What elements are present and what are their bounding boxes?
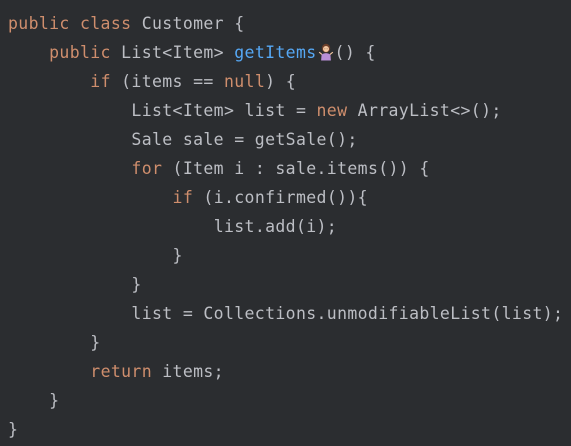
code-keyword: public class (8, 14, 132, 33)
code-token: } (90, 333, 101, 352)
code-line[interactable]: List<Item> list = new ArrayList<>(); (0, 96, 571, 125)
code-token: } (131, 275, 142, 294)
code-line[interactable]: public List<Item> getItems () { (0, 38, 571, 67)
code-line[interactable]: return items; (0, 357, 571, 386)
code-token: ) { (265, 72, 296, 91)
code-line[interactable]: } (0, 241, 571, 270)
code-keyword: return (90, 362, 152, 381)
code-token: List<Item> (110, 43, 235, 62)
code-keyword: public (49, 43, 111, 62)
code-token: Customer { (131, 14, 245, 33)
code-token: items; (151, 362, 224, 381)
code-line[interactable]: } (0, 415, 571, 444)
code-token: Sale sale = getSale(); (131, 130, 358, 149)
code-token: } (8, 420, 19, 439)
code-line[interactable]: Sale sale = getSale(); (0, 125, 571, 154)
code-token: List<Item> list = (131, 101, 317, 120)
code-keyword: for (131, 159, 163, 178)
code-line[interactable]: if (i.confirmed()){ (0, 183, 571, 212)
code-token: (items == (110, 72, 224, 91)
person-shrugging-emoji (318, 41, 334, 61)
code-keyword: null (223, 72, 266, 91)
code-editor[interactable]: public class Customer { public List<Item… (0, 0, 571, 446)
code-line[interactable]: } (0, 386, 571, 415)
code-token: ArrayList<>(); (347, 101, 502, 120)
code-token: (i.confirmed()){ (193, 188, 368, 207)
code-method-name: getItems (234, 43, 317, 62)
code-token: (Item i : sale.items()) { (162, 159, 430, 178)
code-token: } (172, 246, 183, 265)
code-line[interactable]: list = Collections.unmodifiableList(list… (0, 299, 571, 328)
code-line[interactable]: public class Customer { (0, 9, 571, 38)
code-line[interactable]: if (items == null) { (0, 67, 571, 96)
code-line[interactable]: } (0, 328, 571, 357)
code-token: list.add(i); (213, 217, 338, 236)
code-keyword: if (90, 72, 111, 91)
code-token: () { (334, 43, 376, 62)
code-token: } (49, 391, 60, 410)
code-line[interactable]: for (Item i : sale.items()) { (0, 154, 571, 183)
code-line[interactable]: } (0, 270, 571, 299)
code-keyword: if (172, 188, 194, 207)
code-line[interactable]: list.add(i); (0, 212, 571, 241)
code-token: list = Collections.unmodifiableList(list… (131, 304, 564, 323)
code-keyword: new (316, 101, 348, 120)
